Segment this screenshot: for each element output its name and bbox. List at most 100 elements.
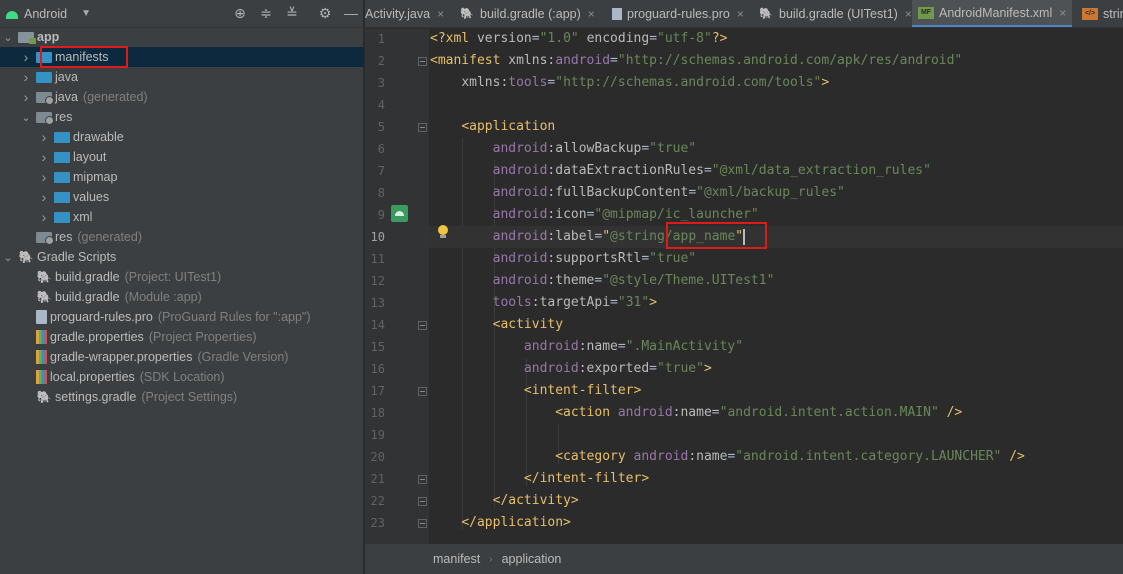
tab-strin[interactable]: </> strin xyxy=(1076,0,1123,27)
chevron-right-icon[interactable]: › xyxy=(38,209,50,225)
tree-item-build-gradle[interactable]: 🐘 build.gradle (Project: UITest1) xyxy=(0,267,364,287)
code-line[interactable]: android:exported="true"> xyxy=(430,358,712,380)
fold-toggle-icon[interactable] xyxy=(418,475,427,484)
tab-build-gradle-uitest1-[interactable]: 🐘 build.gradle (UITest1) × xyxy=(752,0,918,27)
fold-toggle-icon[interactable] xyxy=(418,123,427,132)
code-line[interactable]: <action android:name="android.intent.act… xyxy=(430,402,962,424)
fold-toggle-icon[interactable] xyxy=(418,321,427,330)
code-line[interactable]: </activity> xyxy=(430,490,579,512)
folder-icon xyxy=(36,71,52,83)
close-icon[interactable]: × xyxy=(588,7,595,21)
tree-item-build-gradle[interactable]: 🐘 build.gradle (Module :app) xyxy=(0,287,364,307)
fold-toggle-icon[interactable] xyxy=(418,519,427,528)
code-line[interactable]: xmlns:tools="http://schemas.android.com/… xyxy=(430,72,829,94)
fold-toggle-icon[interactable] xyxy=(418,57,427,66)
tree-item-gradle-scripts[interactable]: ⌄ 🐘 Gradle Scripts xyxy=(0,247,364,267)
code-line[interactable]: <?xml version="1.0" encoding="utf-8"?> xyxy=(430,29,727,50)
tree-item-gradle-wrapper-properties[interactable]: gradle-wrapper.properties (Gradle Version… xyxy=(0,347,364,367)
breadcrumb-item-manifest[interactable]: manifest xyxy=(433,552,480,566)
tree-item-local-properties[interactable]: local.properties (SDK Location) xyxy=(0,367,364,387)
chevron-down-icon[interactable]: ⌄ xyxy=(2,251,14,264)
code-editor[interactable]: 1 2 3 4 5 6 7 8 9 10 11 12 13 14 15 16 17 18 19 20 21 22 23 <?… xyxy=(365,29,1123,544)
code-line[interactable]: <activity xyxy=(430,314,563,336)
line-number: 3 xyxy=(377,76,385,90)
tree-item-values[interactable]: › values xyxy=(0,187,364,207)
code-line[interactable]: android:name=".MainActivity" xyxy=(430,336,743,358)
code-token: <application xyxy=(461,119,556,134)
code-line[interactable]: </application> xyxy=(430,512,571,534)
close-icon[interactable]: × xyxy=(737,7,744,21)
gear-icon[interactable]: ⚙ xyxy=(316,4,334,22)
android-app-icon[interactable] xyxy=(391,205,408,222)
line-number: 18 xyxy=(370,406,385,420)
breadcrumb-item-application[interactable]: application xyxy=(502,552,562,566)
code-line[interactable]: </intent-filter> xyxy=(430,468,649,490)
tree-item-drawable[interactable]: › drawable xyxy=(0,127,364,147)
close-icon[interactable]: × xyxy=(1059,6,1066,20)
chevron-right-icon[interactable]: › xyxy=(38,129,50,145)
code-line[interactable]: android:allowBackup="true" xyxy=(430,138,697,160)
expand-all-icon[interactable]: ≑ xyxy=(257,4,275,22)
collapse-all-icon[interactable]: ≚ xyxy=(283,4,301,22)
project-view-selector[interactable]: Android xyxy=(24,7,67,21)
tab-activity-java[interactable]: Activity.java × xyxy=(365,0,450,27)
chevron-right-icon[interactable]: › xyxy=(20,69,32,85)
line-number: 15 xyxy=(370,340,385,354)
minimize-icon[interactable]: — xyxy=(342,4,360,22)
tree-item-manifests[interactable]: › manifests xyxy=(0,47,364,67)
tree-item-detail: (ProGuard Rules for ":app") xyxy=(157,310,311,324)
tree-item-res[interactable]: res (generated) xyxy=(0,227,364,247)
tree-item-gradle-properties[interactable]: gradle.properties (Project Properties) xyxy=(0,327,364,347)
locate-icon[interactable]: ⊕ xyxy=(231,4,249,22)
tree-item-java[interactable]: › java xyxy=(0,67,364,87)
chevron-right-icon[interactable]: › xyxy=(38,149,50,165)
lightbulb-icon[interactable] xyxy=(437,225,449,239)
code-token: </application> xyxy=(461,515,571,530)
code-line[interactable]: <category android:name="android.intent.c… xyxy=(430,446,1025,468)
code-token: :name xyxy=(578,339,618,354)
fold-toggle-icon[interactable] xyxy=(418,387,427,396)
code-line[interactable]: android:label="@string/app_name" xyxy=(429,226,1123,248)
code-token: ".MainActivity" xyxy=(625,339,744,354)
code-token: " xyxy=(735,229,744,244)
code-token: "http://schemas.android.com/apk/res/andr… xyxy=(617,53,963,68)
tree-item-res[interactable]: ⌄ res xyxy=(0,107,364,127)
chevron-right-icon[interactable]: › xyxy=(20,89,32,105)
code-line[interactable]: android:supportsRtl="true" xyxy=(430,248,697,270)
android-icon xyxy=(6,10,18,19)
code-line[interactable]: android:fullBackupContent="@xml/backup_r… xyxy=(430,182,845,204)
gradle-icon: 🐘 xyxy=(18,250,34,264)
code-line[interactable]: android:dataExtractionRules="@xml/data_e… xyxy=(430,160,931,182)
chevron-down-icon[interactable]: ▼ xyxy=(81,8,91,19)
tree-item-app[interactable]: ⌄ app xyxy=(0,27,364,47)
code-line[interactable]: tools:targetApi="31"> xyxy=(430,292,657,314)
text-cursor xyxy=(743,228,746,245)
close-icon[interactable]: × xyxy=(437,7,444,21)
tree-item-mipmap[interactable]: › mipmap xyxy=(0,167,364,187)
generated-folder-icon xyxy=(36,231,54,245)
code-line[interactable]: <application xyxy=(430,116,555,138)
code-line[interactable]: android:icon="@mipmap/ic_launcher" xyxy=(430,204,759,226)
tab-androidmanifest-xml[interactable]: MF AndroidManifest.xml × xyxy=(912,0,1073,27)
chevron-down-icon[interactable]: ⌄ xyxy=(20,111,32,124)
tab-proguard-rules-pro[interactable]: proguard-rules.pro × xyxy=(606,0,750,27)
chevron-right-icon[interactable]: › xyxy=(38,169,50,185)
tree-item-xml[interactable]: › xml xyxy=(0,207,364,227)
tree-item-java[interactable]: › java (generated) xyxy=(0,87,364,107)
code-line[interactable]: android:theme="@style/Theme.UITest1" xyxy=(430,270,775,292)
chevron-right-icon[interactable]: › xyxy=(38,189,50,205)
chevron-down-icon[interactable]: ⌄ xyxy=(2,31,14,44)
fold-toggle-icon[interactable] xyxy=(418,497,427,506)
tab-build-gradle-app-[interactable]: 🐘 build.gradle (:app) × xyxy=(453,0,601,27)
tree-item-proguard-rules-pro[interactable]: proguard-rules.pro (ProGuard Rules for ":… xyxy=(0,307,364,327)
code-line[interactable]: <intent-filter> xyxy=(430,380,641,402)
code-line[interactable]: <manifest xmlns:android="http://schemas.… xyxy=(430,50,962,72)
tree-item-settings-gradle[interactable]: 🐘 settings.gradle (Project Settings) xyxy=(0,387,364,407)
chevron-right-icon[interactable]: › xyxy=(20,49,32,65)
close-icon[interactable]: × xyxy=(905,7,912,21)
tab-label: AndroidManifest.xml xyxy=(939,5,1053,20)
tree-item-layout[interactable]: › layout xyxy=(0,147,364,167)
